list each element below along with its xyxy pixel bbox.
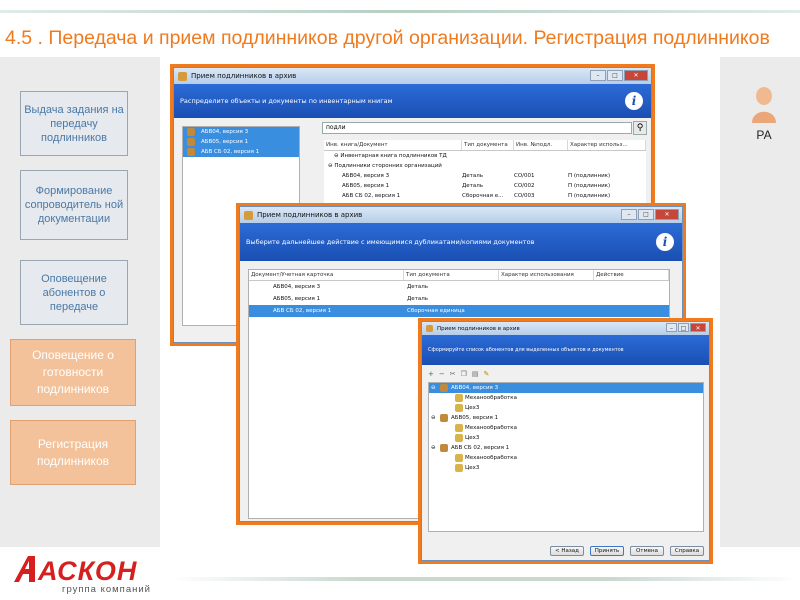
user-icon [750, 86, 778, 128]
add-icon[interactable]: + [428, 370, 434, 380]
role-label: РА [756, 128, 772, 142]
slide-title: 4.5 . Передача и прием подлинников друго… [5, 27, 770, 49]
table-row[interactable]: ⊖ Инвентарная книга подлинников ТД [324, 151, 646, 161]
subscriber-icon [455, 424, 463, 432]
edit-icon[interactable]: ✎ [484, 370, 490, 380]
copy-icon[interactable]: ❐ [461, 370, 467, 380]
info-icon[interactable]: i [625, 92, 643, 110]
window-1-header: Распределите объекты и документы по инве… [174, 84, 651, 118]
step-3: Оповещение абонентов о передаче [20, 260, 128, 325]
app-icon [178, 71, 187, 81]
help-button[interactable]: Справка [670, 546, 704, 556]
tree-leaf[interactable]: Цех3 [429, 403, 703, 413]
tree-leaf[interactable]: Механообработка [429, 393, 703, 403]
remove-icon[interactable]: − [439, 370, 445, 380]
info-icon[interactable]: i [656, 233, 674, 251]
step-2: Формирование сопроводитель ной документа… [20, 170, 128, 240]
tree-leaf[interactable]: Механообработка [429, 423, 703, 433]
close-icon[interactable]: ✕ [624, 70, 648, 81]
paste-icon[interactable]: ▤ [472, 370, 479, 380]
tree-node[interactable]: ⊖ АБВ СБ 02, версия 1 [429, 443, 703, 453]
close-icon[interactable]: ✕ [690, 323, 706, 332]
table-row[interactable]: АБВ05, версия 1 Деталь [249, 293, 669, 305]
maximize-icon[interactable]: □ [678, 323, 689, 332]
subscriber-icon [455, 394, 463, 402]
search-icon[interactable]: ⚲ [633, 121, 647, 135]
step-4: Оповещение о готовности подлинников [10, 339, 136, 406]
tree-node[interactable]: ⊖ АБВ05, версия 1 [429, 413, 703, 423]
maximize-icon[interactable]: □ [638, 209, 654, 220]
subscriber-icon [455, 404, 463, 412]
table-row[interactable]: ⊖ Подлинники сторонних организаций [324, 161, 646, 171]
window-3: Прием подлинников в архив – □ ✕ Сформируйт… [418, 318, 713, 564]
subscriber-icon [455, 454, 463, 462]
toolbar: + − ✂ ❐ ▤ ✎ [428, 370, 489, 380]
step-1: Выдача задания на передачу подлинников [20, 91, 128, 156]
list-item[interactable]: АБВ05, версия 1 [183, 137, 299, 147]
document-icon [187, 148, 195, 156]
tree-leaf[interactable]: Цех3 [429, 433, 703, 443]
search-input[interactable]: подли [322, 122, 632, 134]
minimize-icon[interactable]: – [666, 323, 677, 332]
list-item[interactable]: АБВ04, версия 3 [183, 127, 299, 137]
document-icon [440, 414, 448, 422]
cut-icon[interactable]: ✂ [450, 370, 456, 380]
table-row[interactable]: АБВ04, версия 3 Деталь [249, 281, 669, 293]
document-icon [440, 444, 448, 452]
document-icon [187, 138, 195, 146]
table-row[interactable]: АБВ04, версия 3 Деталь СО/001 П (подлинник) [324, 171, 646, 181]
maximize-icon[interactable]: □ [607, 70, 623, 81]
back-button[interactable]: < Назад [550, 546, 584, 556]
table-row[interactable]: АБВ СБ 02, версия 1 Сборочная е... СО/003 П… [324, 191, 646, 201]
close-icon[interactable]: ✕ [655, 209, 679, 220]
document-icon [440, 384, 448, 392]
tree-leaf[interactable]: Механообработка [429, 453, 703, 463]
cancel-button[interactable]: Отмена [630, 546, 664, 556]
step-5: Регистрация подлинников [10, 420, 136, 485]
subscribers-tree: ⊖ АБВ04, версия 3 Механообработка Цех3 ⊖ А… [428, 382, 704, 532]
top-divider [0, 10, 800, 13]
subscriber-icon [455, 464, 463, 472]
app-icon [426, 325, 433, 332]
window-2-titlebar[interactable]: Прием подлинников в архив [240, 207, 682, 223]
company-logo: АСКОН [38, 556, 138, 586]
tree-leaf[interactable]: Цех3 [429, 463, 703, 473]
subscriber-icon [455, 434, 463, 442]
table-row[interactable]: АБВ05, версия 1 Деталь СО/002 П (подлинник) [324, 181, 646, 191]
minimize-icon[interactable]: – [590, 70, 606, 81]
app-icon [244, 210, 253, 220]
window-1-titlebar[interactable]: Прием подлинников в архив [174, 68, 651, 84]
minimize-icon[interactable]: – [621, 209, 637, 220]
table-row[interactable]: АБВ СБ 02, версия 1 Сборочная единица [249, 305, 669, 317]
window-3-header: Сформируйте список абонентов для выделен… [422, 335, 709, 365]
list-item[interactable]: АБВ СБ 02, версия 1 [183, 147, 299, 157]
bottom-divider [170, 577, 800, 581]
tree-node[interactable]: ⊖ АБВ04, версия 3 [429, 383, 703, 393]
apply-button[interactable]: Принять [590, 546, 624, 556]
window-2-header: Выберите дальнейшее действие с имеющимис… [240, 223, 682, 261]
company-tagline: группа компаний [62, 584, 151, 595]
document-icon [187, 128, 195, 136]
